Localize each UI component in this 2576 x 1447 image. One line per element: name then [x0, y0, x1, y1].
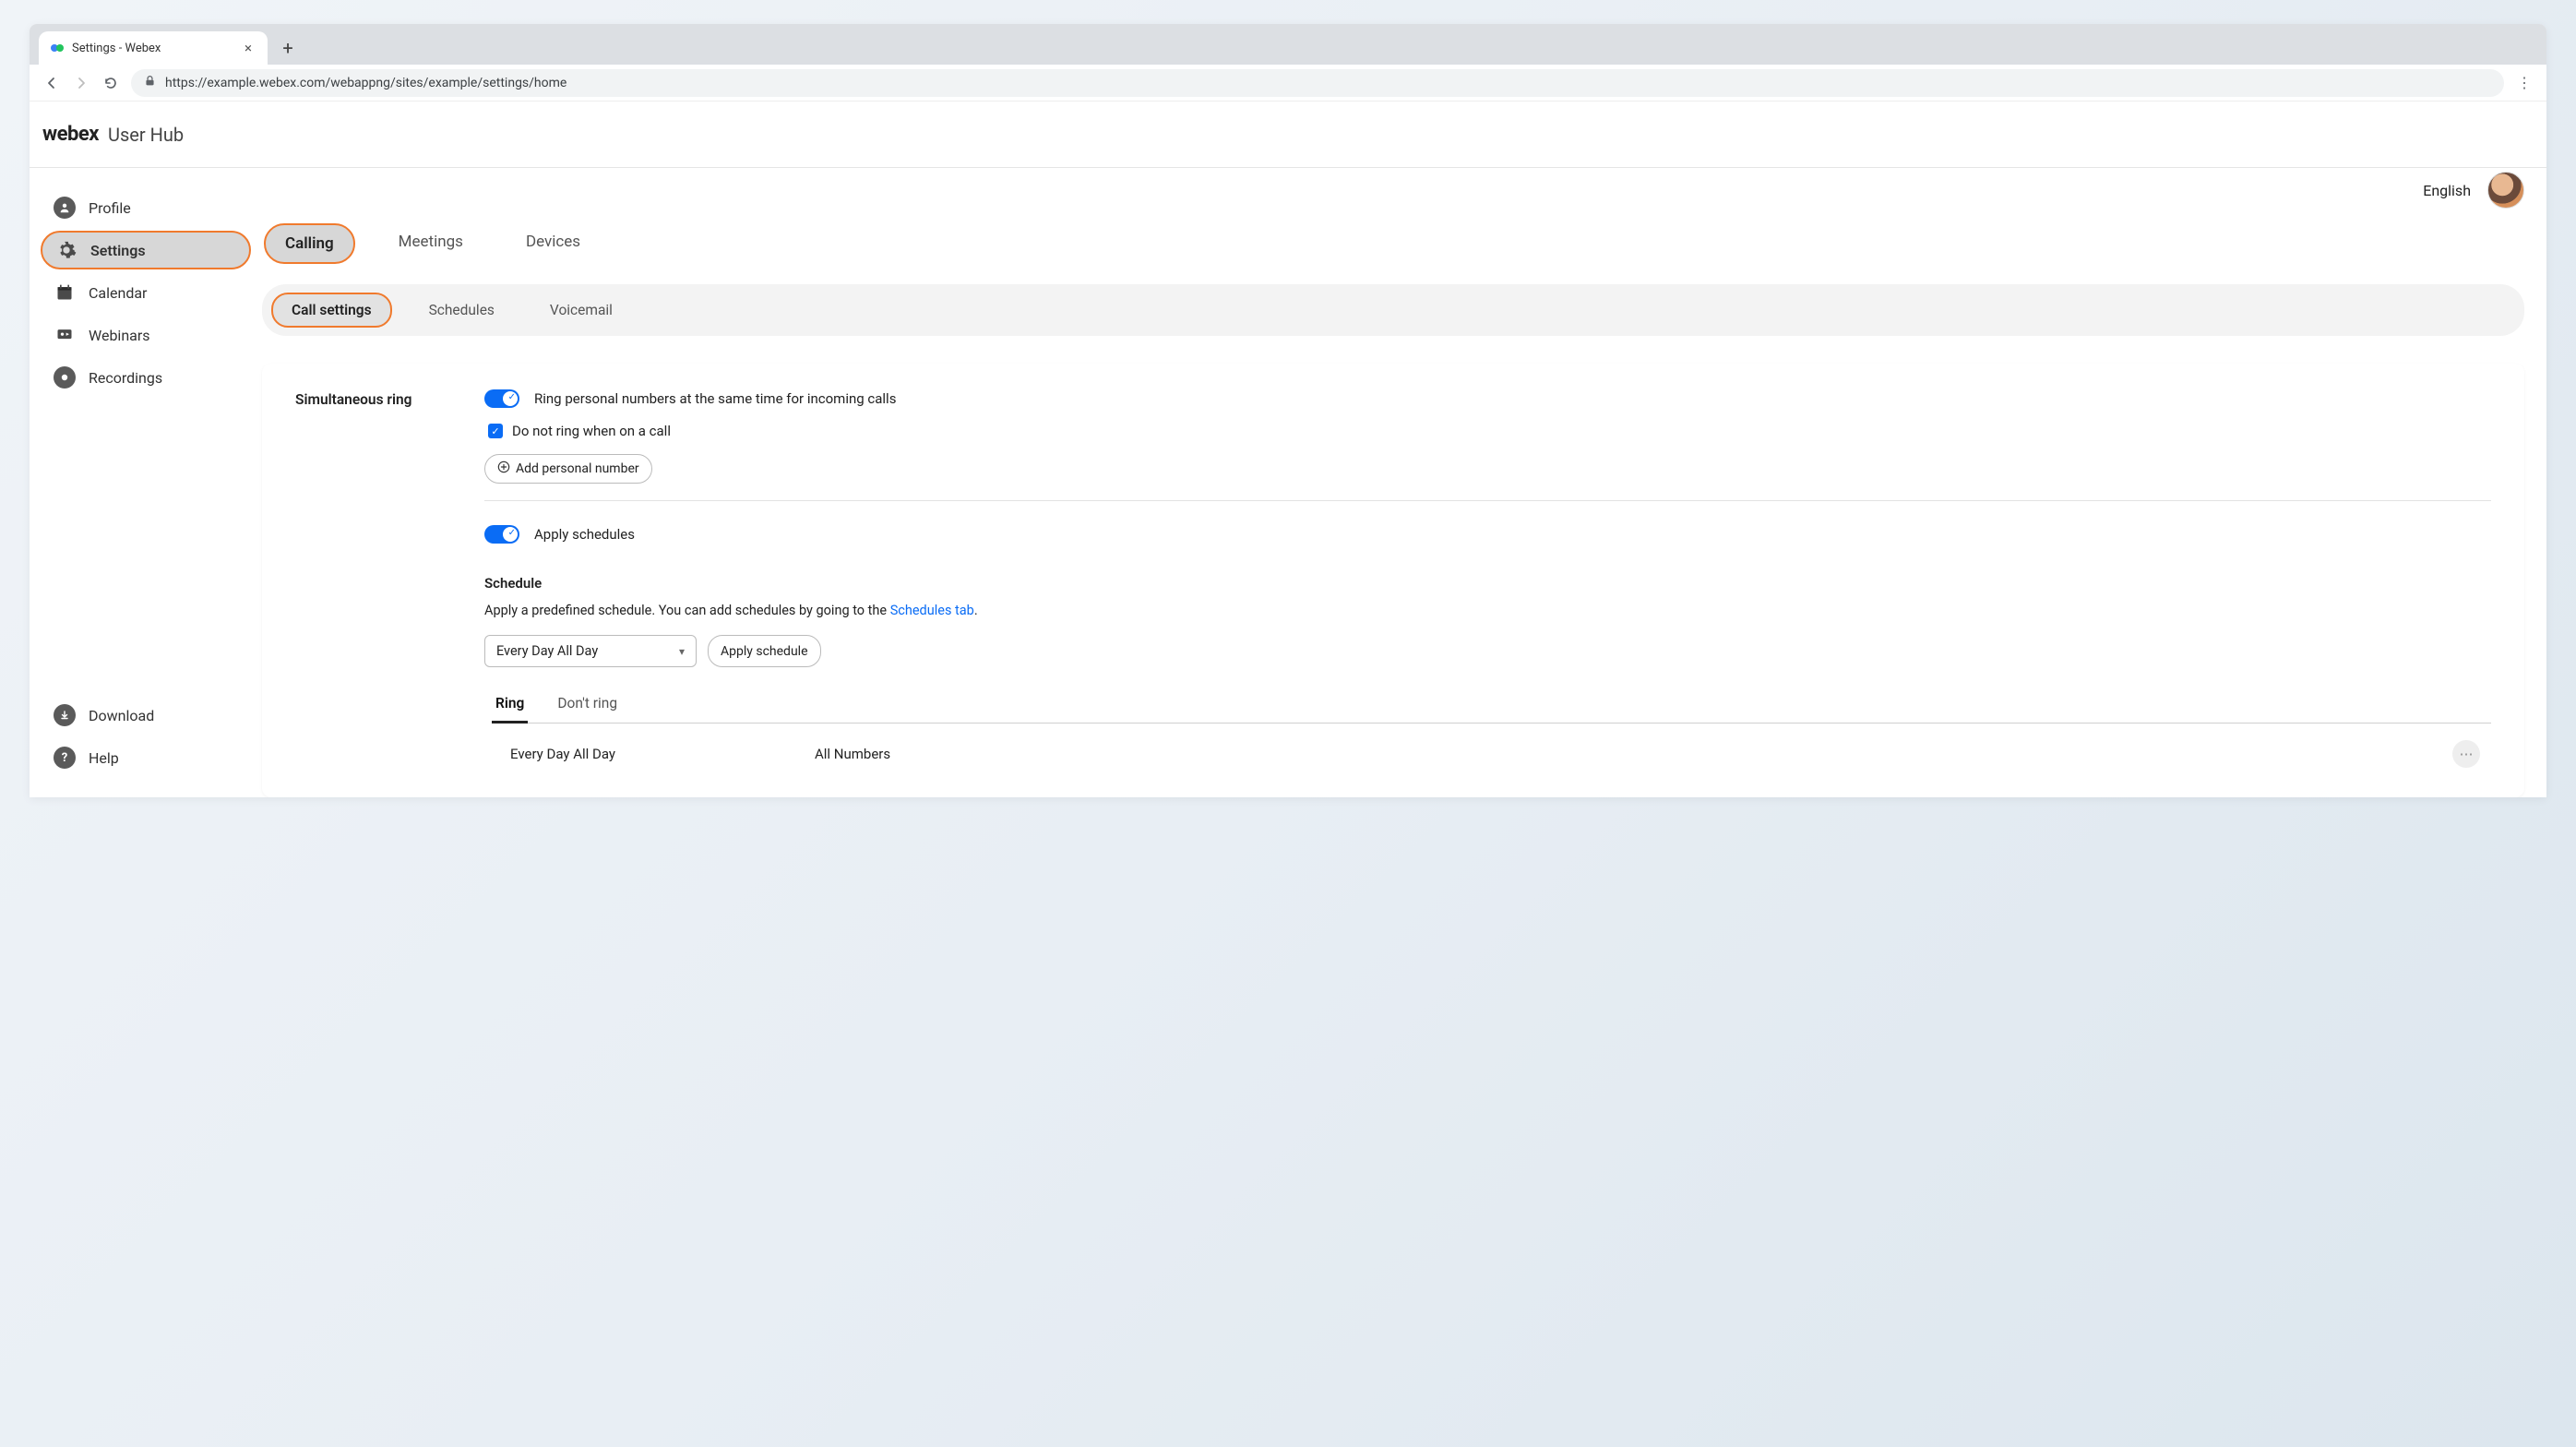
apply-schedule-button[interactable]: Apply schedule: [708, 635, 821, 667]
simring-toggle-label: Ring personal numbers at the same time f…: [534, 390, 896, 407]
sidebar-item-label: Webinars: [89, 327, 150, 344]
sidebar-item-label: Recordings: [89, 369, 162, 387]
address-bar[interactable]: https://example.webex.com/webappng/sites…: [131, 69, 2504, 97]
schedule-description: Apply a predefined schedule. You can add…: [484, 603, 2491, 618]
sidebar-item-calendar[interactable]: Calendar: [41, 273, 251, 312]
sidebar-item-label: Download: [89, 707, 154, 724]
sidebar: Profile Settings Calendar: [30, 168, 262, 797]
sidebar-item-label: Settings: [90, 242, 146, 259]
check-icon: ✓: [508, 392, 516, 402]
sidebar-item-label: Profile: [89, 199, 131, 217]
more-options-button[interactable]: ⋯: [2452, 740, 2480, 768]
sidebar-item-download[interactable]: Download: [41, 696, 251, 735]
check-icon: ✓: [508, 528, 516, 538]
sidebar-item-profile[interactable]: Profile: [41, 188, 251, 227]
browser-toolbar: https://example.webex.com/webappng/sites…: [30, 65, 2546, 102]
schedule-select-value: Every Day All Day: [496, 643, 598, 659]
webex-logo: webex: [42, 123, 99, 146]
schedules-tab-link[interactable]: Schedules tab: [890, 603, 974, 618]
help-icon: ?: [54, 747, 76, 769]
close-tab-icon[interactable]: ×: [240, 40, 256, 56]
hub-title: User Hub: [108, 124, 184, 146]
plus-circle-icon: [497, 460, 510, 477]
tab-devices[interactable]: Devices: [507, 223, 600, 264]
browser-menu-icon[interactable]: ⋮: [2515, 74, 2534, 92]
dont-ring-tab[interactable]: Don't ring: [554, 688, 621, 724]
divider: [484, 500, 2491, 501]
add-personal-number-button[interactable]: Add personal number: [484, 454, 652, 484]
sidebar-item-recordings[interactable]: Recordings: [41, 358, 251, 397]
record-icon: [54, 366, 76, 389]
do-not-ring-label: Do not ring when on a call: [512, 423, 671, 439]
tab-meetings[interactable]: Meetings: [379, 223, 483, 264]
subtab-call-settings[interactable]: Call settings: [271, 293, 392, 328]
main-content: English Calling Meetings Devices Call se…: [262, 168, 2546, 797]
apply-schedules-label: Apply schedules: [534, 526, 635, 543]
do-not-ring-checkbox[interactable]: ✓: [488, 424, 503, 438]
browser-tabstrip: Settings - Webex × +: [30, 24, 2546, 65]
sub-tabs: Call settings Schedules Voicemail: [262, 284, 2524, 336]
add-personal-number-label: Add personal number: [516, 461, 639, 476]
schedule-row: Every Day All Day All Numbers ⋯: [484, 724, 2491, 771]
primary-tabs: Calling Meetings Devices: [264, 223, 2524, 264]
simultaneous-ring-label: Simultaneous ring: [295, 389, 484, 408]
sidebar-item-settings[interactable]: Settings: [41, 231, 251, 269]
subtab-voicemail[interactable]: Voicemail: [531, 294, 631, 326]
address-url: https://example.webex.com/webappng/sites…: [165, 76, 566, 90]
ring-tab[interactable]: Ring: [492, 688, 528, 724]
schedule-name: Every Day All Day: [510, 746, 815, 762]
schedule-heading: Schedule: [484, 575, 2491, 592]
schedule-numbers: All Numbers: [815, 746, 2452, 762]
browser-tab[interactable]: Settings - Webex ×: [39, 31, 268, 65]
language-selector[interactable]: English: [2423, 182, 2471, 199]
webex-favicon-icon: [50, 41, 65, 55]
ring-tabs: Ring Don't ring: [492, 688, 2491, 724]
sidebar-item-webinars[interactable]: Webinars: [41, 316, 251, 354]
app-header: webex User Hub: [30, 102, 2546, 168]
browser-tab-title: Settings - Webex: [72, 42, 233, 55]
sidebar-item-label: Calendar: [89, 284, 147, 302]
chevron-down-icon: ▾: [679, 645, 685, 658]
reload-button[interactable]: [101, 74, 120, 92]
forward-button[interactable]: [72, 74, 90, 92]
gear-icon: [55, 239, 78, 261]
calendar-icon: [54, 281, 76, 304]
apply-schedules-toggle[interactable]: ✓: [484, 525, 519, 544]
simring-toggle[interactable]: ✓: [484, 389, 519, 408]
download-icon: [54, 704, 76, 726]
sidebar-item-label: Help: [89, 749, 119, 767]
avatar[interactable]: [2487, 172, 2524, 209]
back-button[interactable]: [42, 74, 61, 92]
webinars-icon: [54, 324, 76, 346]
person-icon: [54, 197, 76, 219]
tab-calling[interactable]: Calling: [264, 223, 355, 264]
subtab-schedules[interactable]: Schedules: [411, 294, 513, 326]
new-tab-button[interactable]: +: [275, 35, 301, 61]
settings-panel: Simultaneous ring ✓ Ring personal number…: [262, 364, 2524, 797]
schedule-select[interactable]: Every Day All Day ▾: [484, 635, 697, 667]
lock-icon: [144, 75, 156, 90]
sidebar-item-help[interactable]: ? Help: [41, 738, 251, 777]
